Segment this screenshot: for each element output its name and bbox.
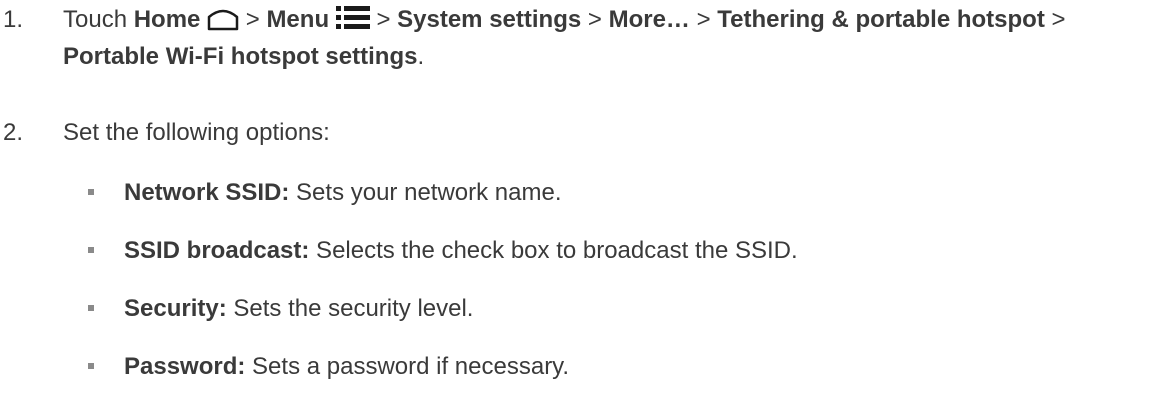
option-desc: Sets a password if necessary. — [245, 353, 570, 380]
touch-text: Touch — [63, 6, 128, 33]
bullet-icon — [88, 247, 94, 253]
hotspot-settings-label: Portable Wi-Fi hotspot settings — [63, 43, 418, 70]
tethering-label: Tethering & portable hotspot — [717, 6, 1045, 33]
separator: > — [1051, 6, 1066, 33]
menu-icon — [335, 5, 370, 40]
separator: > — [376, 6, 391, 33]
option-term: SSID broadcast: — [124, 237, 310, 264]
bullet-icon — [88, 189, 94, 195]
option-desc: Sets your network name. — [289, 179, 562, 206]
separator: > — [587, 6, 602, 33]
option-desc: Sets the security level. — [226, 295, 474, 322]
option-term: Network SSID: — [124, 179, 290, 206]
step-number: 2. — [3, 119, 24, 146]
option-term: Password: — [124, 353, 246, 380]
bullet-icon — [88, 363, 94, 369]
step-text: Set the following options: — [63, 119, 330, 146]
step-text: Touch Home > Menu > System settings > Mo… — [63, 3, 1168, 73]
home-icon — [207, 5, 239, 40]
option-desc: Selects the check box to broadcast the S… — [309, 237, 798, 264]
separator: > — [245, 6, 260, 33]
period: . — [417, 43, 425, 70]
bullet-icon — [88, 305, 94, 311]
system-settings-label: System settings — [397, 6, 582, 33]
separator: > — [696, 6, 711, 33]
step-number: 1. — [3, 6, 24, 33]
menu-label: Menu — [266, 6, 330, 33]
option-term: Security: — [124, 295, 227, 322]
home-label: Home — [133, 6, 201, 33]
more-label: More… — [608, 6, 690, 33]
